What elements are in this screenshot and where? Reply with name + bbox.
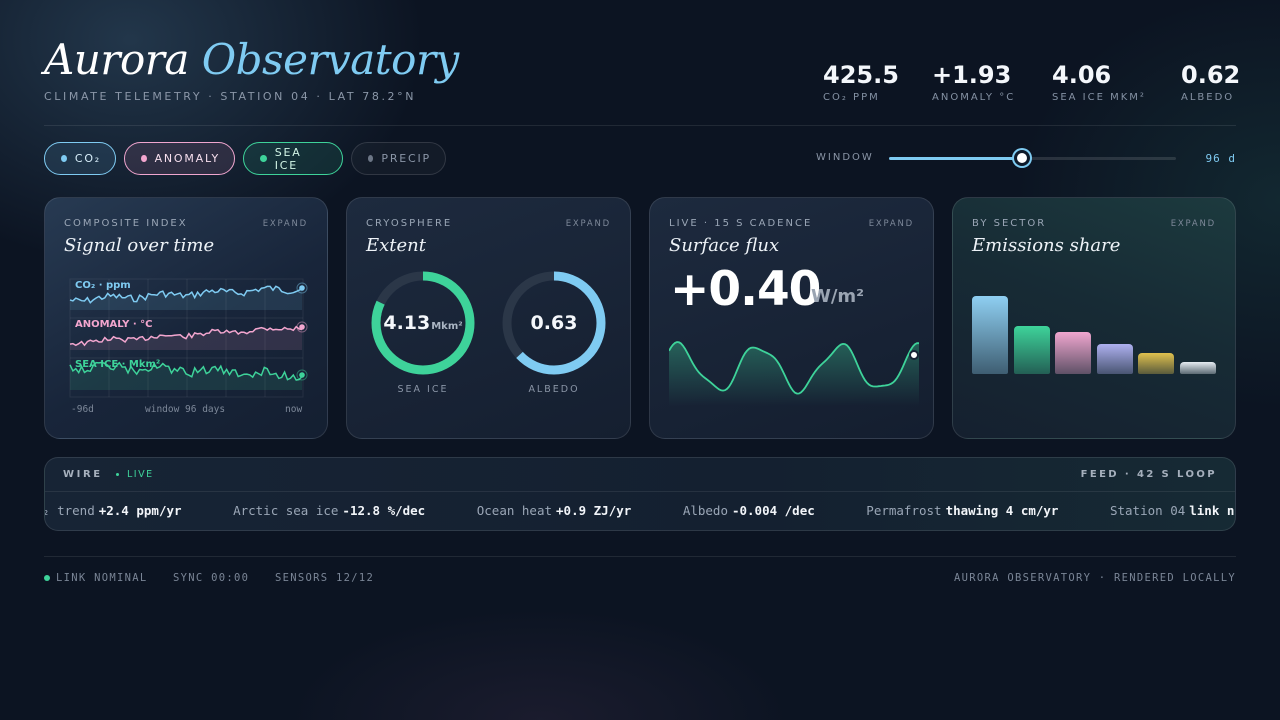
- albedo-donut: 0.63: [499, 268, 609, 378]
- stat-albedo: 0.62 ALBEDO: [1181, 60, 1240, 103]
- wire-panel: WIRE LIVE FEED · 42 S LOOP CO₂ trend+2.4…: [44, 457, 1236, 531]
- footer-credit: AURORA OBSERVATORY · RENDERED LOCALLY: [954, 572, 1236, 584]
- sea-ice-dot-icon: [260, 155, 267, 162]
- filter-chip-precip[interactable]: PRECIP: [351, 142, 446, 175]
- composite-sparkline-chart: CO₂ · ppm ANOMALY · °C SEA ICE · Mkm²: [69, 278, 308, 398]
- sea-ice-donut-label: SEA ICE: [397, 384, 449, 395]
- axis-start-label: -96d: [71, 404, 94, 415]
- card-kicker: LIVE · 15 S CADENCE: [669, 218, 813, 229]
- flux-value: +0.40: [670, 262, 821, 317]
- card-title: Extent: [366, 235, 427, 256]
- ticker-item: Arctic sea ice -12.8 %/dec: [233, 503, 426, 518]
- emissions-share-card: BY SECTOR EXPAND Emissions share: [952, 197, 1236, 439]
- expand-button[interactable]: EXPAND: [263, 219, 308, 229]
- axis-window-label: window 96 days: [145, 404, 226, 415]
- sector-bar-2: [1013, 326, 1050, 374]
- co2-series-label: CO₂ · ppm: [75, 280, 131, 291]
- sea-ice-donut-value: 4.13: [383, 312, 431, 334]
- anomaly-series-label: ANOMALY · °C: [75, 319, 152, 330]
- sensors-status: SENSORS 12/12: [275, 572, 375, 584]
- sync-status: SYNC 00:00: [173, 572, 250, 584]
- expand-button[interactable]: EXPAND: [1171, 219, 1216, 229]
- feed-info: FEED · 42 S LOOP: [1080, 469, 1217, 480]
- axis-end-label: now: [285, 404, 303, 415]
- sea-ice-series-label: SEA ICE · Mkm²: [75, 359, 160, 370]
- window-value: 96 d: [1205, 152, 1236, 165]
- expand-button[interactable]: EXPAND: [869, 219, 914, 229]
- title-primary: Aurora: [44, 35, 189, 84]
- flux-wave-chart: [669, 341, 919, 406]
- card-kicker: COMPOSITE INDEX: [64, 218, 188, 229]
- ticker-item: Ocean heat +0.9 ZJ/yr: [476, 503, 632, 518]
- stat-value: +1.93: [932, 61, 1012, 89]
- chip-label: SEA ICE: [274, 145, 302, 172]
- wire-label: WIRE: [63, 469, 103, 480]
- anomaly-end-dot: [299, 324, 305, 330]
- stat-co2: 425.5 CO₂ PPM: [823, 60, 899, 103]
- flux-end-dot: [909, 350, 919, 360]
- live-dot-icon: [116, 473, 119, 476]
- slider-fill: [889, 157, 1023, 160]
- composite-index-card: COMPOSITE INDEX EXPAND Signal over time …: [44, 197, 328, 439]
- anomaly-dot-icon: [141, 155, 147, 162]
- sector-bar-6: [1180, 362, 1216, 374]
- stat-label: SEA ICE MKM²: [1052, 92, 1146, 103]
- stat-anomaly: +1.93 ANOMALY °C: [932, 60, 1015, 103]
- sector-bar-4: [1096, 344, 1133, 374]
- precip-dot-icon: [368, 155, 374, 162]
- surface-flux-card: LIVE · 15 S CADENCE EXPAND Surface flux …: [649, 197, 934, 439]
- page-title: Aurora Observatory: [44, 36, 459, 84]
- ticker-item: Permafrost thawing 4 cm/yr: [866, 503, 1059, 518]
- stat-label: ALBEDO: [1181, 92, 1235, 103]
- stat-value: 4.06: [1052, 61, 1112, 89]
- co2-dot-icon: [61, 155, 67, 162]
- co2-end-dot: [299, 285, 305, 291]
- sector-bar-3: [1055, 332, 1092, 374]
- sector-bar-5: [1138, 353, 1175, 374]
- slider-thumb[interactable]: [1014, 150, 1031, 166]
- ticker-item: Albedo -0.004 /dec: [682, 503, 815, 518]
- sector-bar-1: [972, 296, 1008, 374]
- stat-value: 425.5: [823, 61, 899, 89]
- expand-button[interactable]: EXPAND: [566, 219, 611, 229]
- card-title: Surface flux: [669, 235, 780, 256]
- sea-ice-donut-unit: Mkm²: [431, 320, 463, 332]
- card-kicker: CRYOSPHERE: [366, 218, 453, 229]
- link-status: LINK NOMINAL: [56, 572, 148, 584]
- chip-label: PRECIP: [381, 152, 431, 165]
- window-label: WINDOW: [816, 152, 874, 163]
- filter-chip-co2[interactable]: CO₂: [44, 142, 116, 175]
- live-badge: LIVE: [127, 469, 154, 480]
- wire-ticker: CO₂ trend+2.4 ppm/yr Arctic sea ice-12.8…: [45, 492, 1235, 530]
- footer-divider: [44, 556, 1236, 557]
- stat-sea-ice: 4.06 SEA ICE MKM²: [1052, 60, 1146, 103]
- card-kicker: BY SECTOR: [972, 218, 1047, 229]
- filter-chip-sea-ice[interactable]: SEA ICE: [243, 142, 343, 175]
- ticker-item: Station 04link nominal: [1109, 503, 1235, 518]
- wire-header: WIRE LIVE FEED · 42 S LOOP: [45, 458, 1235, 492]
- card-title: Emissions share: [972, 235, 1121, 256]
- stat-value: 0.62: [1181, 61, 1241, 89]
- flux-unit: W/m²: [811, 286, 865, 307]
- sector-bar-chart: [972, 294, 1218, 374]
- stat-label: CO₂ PPM: [823, 92, 880, 103]
- albedo-donut-value: 0.63: [530, 312, 578, 334]
- chip-label: ANOMALY: [154, 152, 220, 165]
- albedo-donut-label: ALBEDO: [528, 384, 580, 395]
- flux-area: [669, 342, 919, 406]
- page-subtitle: CLIMATE TELEMETRY · STATION 04 · LAT 78.…: [44, 90, 417, 103]
- sea-ice-end-dot: [299, 372, 305, 378]
- chip-label: CO₂: [74, 152, 101, 165]
- filter-chip-anomaly[interactable]: ANOMALY: [124, 142, 235, 175]
- header-divider: [44, 125, 1236, 126]
- ticker-item: CO₂ trend+2.4 ppm/yr: [45, 503, 182, 518]
- sea-ice-donut: 4.13 Mkm²: [368, 268, 478, 378]
- title-accent: Observatory: [201, 35, 460, 84]
- card-title: Signal over time: [64, 235, 215, 256]
- link-status-dot-icon: [44, 575, 50, 581]
- stat-label: ANOMALY °C: [932, 92, 1016, 103]
- window-slider[interactable]: [889, 149, 1176, 167]
- cryosphere-card: CRYOSPHERE EXPAND Extent 4.13 Mkm² SEA IC…: [346, 197, 631, 439]
